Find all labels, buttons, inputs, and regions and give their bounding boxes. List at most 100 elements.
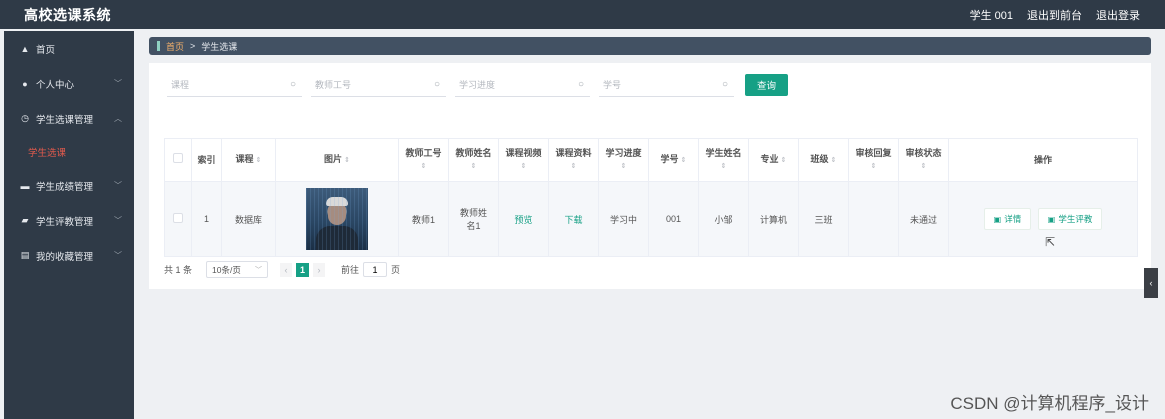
column-header-student-name[interactable]: 学生姓名 ⇕ bbox=[698, 138, 749, 182]
collapse-panel-toggle[interactable]: ‹ bbox=[1144, 268, 1158, 298]
clipboard-icon: ▤ bbox=[20, 250, 30, 260]
table-header-row: 索引 课程 ⇕ 图片 ⇕ 教师工号 ⇕ 教师姓名 ⇕ 课程视频 ⇕ 课程资料 ⇕ 学习进度 ⇕… bbox=[164, 138, 1138, 182]
sort-icon[interactable]: ⇕ bbox=[399, 160, 448, 173]
book-icon: ▬ bbox=[20, 180, 30, 191]
sidebar-item-evaluation[interactable]: ▰ 学生评教管理 ﹀ bbox=[4, 203, 134, 238]
sort-icon[interactable]: ⇕ bbox=[599, 160, 648, 173]
teacher-id-search-input[interactable] bbox=[311, 74, 416, 95]
main-panel: ○ ○ ○ ○ 查询 bbox=[149, 63, 1151, 289]
next-page-button[interactable]: › bbox=[313, 262, 326, 277]
sort-icon[interactable]: ⇕ bbox=[831, 157, 837, 164]
sidebar-item-profile[interactable]: ● 个人中心 ﹀ bbox=[4, 66, 134, 101]
table-row: 1 数据库 教师1 教师姓名1 预览 下载 学习中 001 小邹 计算机 三班 … bbox=[164, 181, 1138, 257]
column-header-label: 课程 bbox=[235, 154, 254, 164]
sidebar-subitem-student-course[interactable]: 学生选课 bbox=[4, 136, 134, 168]
cell-progress: 学习中 bbox=[598, 181, 649, 257]
select-all-checkbox[interactable] bbox=[173, 153, 183, 163]
evaluate-button[interactable]: ▣ 学生评教 bbox=[1037, 208, 1103, 230]
column-header-label: 专业 bbox=[760, 154, 779, 164]
goto-label: 前往 bbox=[341, 265, 360, 275]
sidebar-item-favorites[interactable]: ▤ 我的收藏管理 ﹀ bbox=[4, 238, 134, 273]
student-id-search-input[interactable] bbox=[599, 74, 704, 95]
column-header-status[interactable]: 审核状态 ⇕ bbox=[898, 138, 949, 182]
cell-status: 未通过 bbox=[898, 181, 949, 257]
course-thumbnail-image[interactable] bbox=[306, 188, 368, 250]
student-id-search-field: ○ bbox=[599, 73, 734, 97]
top-bar: 高校选课系统 学生 001 退出到前台 退出登录 bbox=[0, 0, 1165, 29]
column-header-progress[interactable]: 学习进度 ⇕ bbox=[598, 138, 649, 182]
goto-page-input[interactable] bbox=[363, 262, 388, 277]
thumbnail-code-overlay bbox=[306, 188, 368, 250]
column-header-label: 课程视频 bbox=[505, 148, 542, 158]
chevron-down-icon: ﹀ bbox=[114, 79, 122, 88]
column-header-teacher-id[interactable]: 教师工号 ⇕ bbox=[398, 138, 449, 182]
sidebar-item-label: 学生评教管理 bbox=[36, 216, 94, 228]
sort-icon[interactable]: ⇕ bbox=[344, 157, 350, 164]
sort-icon[interactable]: ⇕ bbox=[256, 157, 262, 164]
select-all-cell bbox=[164, 138, 192, 182]
cell-material: 下载 bbox=[548, 181, 599, 257]
chevron-up-icon: ︿ bbox=[114, 114, 122, 123]
column-header-video[interactable]: 课程视频 ⇕ bbox=[498, 138, 549, 182]
column-header-class[interactable]: 班级 ⇕ bbox=[798, 138, 849, 182]
column-header-teacher-name[interactable]: 教师姓名 ⇕ bbox=[448, 138, 499, 182]
column-header-label: 课程资料 bbox=[555, 148, 592, 158]
app-root: 高校选课系统 学生 001 退出到前台 退出登录 ▲ 首页 ● 个人中心 ﹀ ◷… bbox=[0, 0, 1165, 419]
teacher-id-search-field: ○ bbox=[311, 73, 446, 97]
sort-icon[interactable]: ⇕ bbox=[499, 160, 548, 173]
search-bar: ○ ○ ○ ○ 查询 bbox=[167, 73, 788, 97]
cell-major: 计算机 bbox=[748, 181, 799, 257]
sidebar-item-course-selection[interactable]: ◷ 学生选课管理 ︿ bbox=[4, 101, 134, 136]
column-header-student-id[interactable]: 学号 ⇕ bbox=[648, 138, 699, 182]
page-number-button[interactable]: 1 bbox=[296, 262, 310, 277]
breadcrumb-separator: > bbox=[190, 41, 196, 51]
download-material-link[interactable]: 下载 bbox=[564, 215, 582, 225]
breadcrumb: 首页 > 学生选课 bbox=[149, 37, 1151, 55]
sort-icon[interactable]: ⇕ bbox=[549, 160, 598, 173]
ticket-icon: ▰ bbox=[21, 215, 29, 225]
column-header-reply[interactable]: 审核回复 ⇕ bbox=[848, 138, 899, 182]
sidebar-item-label: 学生选课管理 bbox=[36, 114, 94, 126]
sidebar-item-label: 学生成绩管理 bbox=[36, 181, 94, 193]
column-header-label: 图片 bbox=[324, 154, 343, 164]
row-select-cell bbox=[164, 181, 192, 257]
page-size-value: 10条/页 bbox=[212, 264, 241, 275]
logout-link[interactable]: 退出登录 bbox=[1096, 7, 1140, 23]
sort-icon[interactable]: ⇕ bbox=[899, 160, 948, 173]
page-size-select[interactable]: 10条/页 ﹀ bbox=[206, 261, 269, 278]
detail-button[interactable]: ▣ 详情 bbox=[983, 208, 1032, 230]
column-header-actions: 操作 bbox=[948, 138, 1138, 182]
sort-icon[interactable]: ⇕ bbox=[849, 160, 898, 173]
sort-icon[interactable]: ⇕ bbox=[699, 160, 748, 173]
cell-video: 预览 bbox=[498, 181, 549, 257]
column-header-material[interactable]: 课程资料 ⇕ bbox=[548, 138, 599, 182]
column-header-image[interactable]: 图片 ⇕ bbox=[275, 138, 399, 182]
column-header-major[interactable]: 专业 ⇕ bbox=[748, 138, 799, 182]
cell-teacher-id: 教师1 bbox=[398, 181, 449, 257]
sidebar-item-home[interactable]: ▲ 首页 bbox=[4, 31, 134, 66]
chevron-down-icon: ﹀ bbox=[114, 181, 122, 190]
breadcrumb-home-link[interactable]: 首页 bbox=[166, 40, 184, 53]
preview-video-link[interactable]: 预览 bbox=[514, 215, 532, 225]
column-header-label: 班级 bbox=[810, 154, 829, 164]
cell-reply bbox=[848, 181, 899, 257]
current-user[interactable]: 学生 001 bbox=[970, 7, 1013, 23]
chevron-down-icon: ﹀ bbox=[255, 266, 263, 274]
sort-icon[interactable]: ⇕ bbox=[681, 157, 687, 164]
column-header-label: 学号 bbox=[660, 154, 679, 164]
sidebar-item-grades[interactable]: ▬ 学生成绩管理 ﹀ bbox=[4, 168, 134, 203]
query-button[interactable]: 查询 bbox=[745, 74, 788, 96]
pagination: 共 1 条 10条/页 ﹀ ‹ 1 › 前往 页 bbox=[164, 261, 400, 278]
course-search-input[interactable] bbox=[167, 74, 272, 95]
search-icon: ○ bbox=[721, 79, 728, 90]
sort-icon[interactable]: ⇕ bbox=[781, 157, 787, 164]
row-checkbox[interactable] bbox=[173, 213, 183, 223]
exit-to-front-link[interactable]: 退出到前台 bbox=[1027, 7, 1082, 23]
column-header-course[interactable]: 课程 ⇕ bbox=[221, 138, 276, 182]
sort-icon[interactable]: ⇕ bbox=[449, 160, 498, 173]
progress-search-input[interactable] bbox=[455, 74, 560, 95]
prev-page-button[interactable]: ‹ bbox=[280, 262, 293, 277]
breadcrumb-marker bbox=[157, 41, 160, 51]
detail-button-label: 详情 bbox=[1004, 214, 1022, 224]
progress-search-field: ○ bbox=[455, 73, 590, 97]
